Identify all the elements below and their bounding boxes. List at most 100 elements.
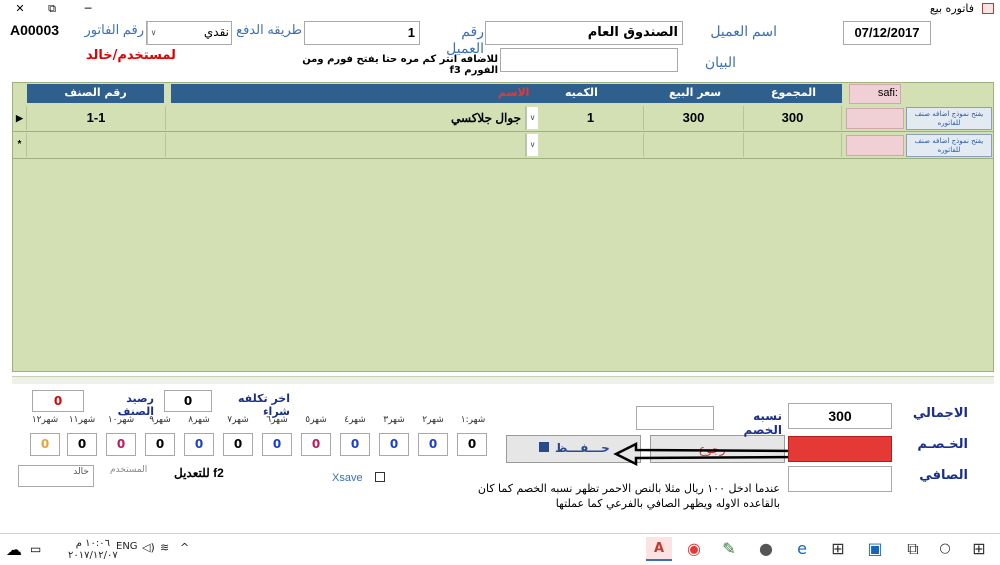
paint-icon[interactable]: ✎ <box>716 537 742 561</box>
xsave-checkbox[interactable] <box>375 472 385 482</box>
close-icon[interactable]: ✕ <box>2 0 38 18</box>
people-icon[interactable]: ● <box>753 537 779 561</box>
notification-icon[interactable]: ▭ <box>30 542 41 556</box>
month-8-field[interactable]: 0 <box>184 433 214 456</box>
item-no-cell[interactable]: 1-1 <box>27 106 166 130</box>
user-small-field[interactable]: خالد <box>18 465 94 487</box>
month-label: شهر١١ <box>68 415 96 425</box>
clock-date: ٢٠١٧/١٢/٠٧ <box>68 550 118 561</box>
last-purchase-cost-field[interactable]: 0 <box>164 390 212 412</box>
chevron-down-icon[interactable]: ∨ <box>526 107 538 129</box>
month-12-field[interactable]: 0 <box>30 433 60 456</box>
month-label: شهر٦ <box>266 415 288 425</box>
total-cell[interactable] <box>744 133 842 157</box>
floppy-icon <box>539 442 549 452</box>
clock-time: ١٠:٠٦ م <box>75 538 110 549</box>
item-name-cell[interactable] <box>166 133 526 157</box>
safi-label: safi: <box>877 87 898 99</box>
month-label: شهر٥ <box>305 415 327 425</box>
qty-cell[interactable] <box>538 133 644 157</box>
table-row[interactable]: ▶ 1-1 جوال جلاكسي ∨ 1 300 300 يفتح نموذج… <box>13 106 993 132</box>
col-price: سعر البيع <box>669 86 722 99</box>
user-label: لمستخدم/خالد <box>86 48 176 63</box>
customer-no-field[interactable]: 1 <box>304 21 420 45</box>
price-cell[interactable] <box>644 133 744 157</box>
month-10-field[interactable]: 0 <box>106 433 136 456</box>
total-cell[interactable]: 300 <box>744 106 842 130</box>
app-icon <box>982 3 994 14</box>
month-7-field[interactable]: 0 <box>223 433 253 456</box>
add-item-button[interactable]: يفتح نموذج اضافه صنف للفاتوره <box>906 134 992 157</box>
net-label: الصافي <box>919 468 968 483</box>
total-label: الاجمالي <box>912 406 968 421</box>
month-label: شهر٤ <box>344 415 366 425</box>
total-field[interactable]: 300 <box>788 403 892 429</box>
month-label: شهر١٢ <box>31 415 59 425</box>
net-field[interactable] <box>788 466 892 492</box>
search-icon[interactable]: ○ <box>932 537 958 561</box>
qty-cell[interactable]: 1 <box>538 106 644 130</box>
month-3-field[interactable]: 0 <box>379 433 409 456</box>
month-label: شهر٧ <box>227 415 249 425</box>
volume-icon[interactable]: ◁) <box>142 541 155 554</box>
chevron-down-icon[interactable]: ∨ <box>147 22 159 44</box>
clock[interactable]: ١٠:٠٦ م ٢٠١٧/١٢/٠٧ <box>68 538 118 562</box>
discount-label: الخـصـم <box>917 437 968 452</box>
description-field[interactable] <box>500 48 678 72</box>
window-title: فاتوره بيع <box>929 2 974 15</box>
date-field[interactable]: 07/12/2017 <box>843 21 931 45</box>
description-hint: للاضافه انتر كم مره حتا يفتح فورم ومن ال… <box>302 54 498 76</box>
discount-pct-label: نسبه الخصم <box>743 409 782 437</box>
month-6-field[interactable]: 0 <box>262 433 292 456</box>
invoice-no-label: رقم الفاتور <box>84 22 144 37</box>
col-qty: الكميه <box>565 86 598 99</box>
customer-name-label: اسم العميل <box>710 23 777 39</box>
safi-cell[interactable] <box>846 135 904 156</box>
payment-method-label: طريقه الدفع <box>236 22 302 37</box>
item-name-cell[interactable]: جوال جلاكسي <box>166 106 526 130</box>
month-1-field[interactable]: 0 <box>457 433 487 456</box>
chrome-icon[interactable]: ◉ <box>681 537 707 561</box>
price-cell[interactable]: 300 <box>644 106 744 130</box>
month-4-field[interactable]: 0 <box>340 433 370 456</box>
month-label: شهر١٠ <box>107 415 135 425</box>
wifi-icon[interactable]: ≋ <box>160 541 169 554</box>
weather-icon[interactable]: ☁ <box>6 540 22 559</box>
minimize-icon[interactable]: ─ <box>70 0 106 18</box>
windows-start-icon[interactable]: ⊞ <box>966 537 992 561</box>
help-note: عندما ادخل ١٠٠ ريال مثلا بالنص الاحمر تظ… <box>477 482 780 510</box>
row-marker: * <box>13 133 27 157</box>
chevron-down-icon[interactable]: ∨ <box>526 134 538 156</box>
discount-pct-field[interactable] <box>636 406 714 430</box>
remote-icon[interactable]: ▣ <box>862 537 888 561</box>
month-label: شهر٨ <box>188 415 210 425</box>
month-label: شهر٩ <box>149 415 171 425</box>
item-balance-field[interactable]: 0 <box>32 390 84 412</box>
language-indicator[interactable]: ENG <box>116 541 138 552</box>
edit-hint: للتعديل f2 <box>174 466 224 480</box>
user-small-value: خالد <box>73 467 89 477</box>
restore-icon[interactable]: ⧉ <box>34 0 70 18</box>
item-no-cell[interactable] <box>27 133 166 157</box>
month-11-field[interactable]: 0 <box>67 433 97 456</box>
month-5-field[interactable]: 0 <box>301 433 331 456</box>
payment-method-select[interactable]: ∨ نقدي <box>146 21 232 45</box>
table-row[interactable]: * ∨ يفتح نموذج اضافه صنف للفاتوره <box>13 133 993 159</box>
access-icon[interactable]: A <box>646 537 672 561</box>
discount-field[interactable] <box>788 436 892 462</box>
description-label: البيان <box>704 54 736 70</box>
row-marker: ▶ <box>13 106 27 130</box>
month-9-field[interactable]: 0 <box>145 433 175 456</box>
store-icon[interactable]: ⊞ <box>825 537 851 561</box>
edge-icon[interactable]: e <box>789 537 815 561</box>
customer-no-label: رقم العميل <box>446 23 484 56</box>
col-total: المجموع <box>771 86 816 99</box>
month-2-field[interactable]: 0 <box>418 433 448 456</box>
user-small-label: المستخدم <box>110 465 148 475</box>
chevron-up-icon[interactable]: ^ <box>180 541 189 554</box>
task-view-icon[interactable]: ⧉ <box>900 537 926 561</box>
add-item-button[interactable]: يفتح نموذج اضافه صنف للفاتوره <box>906 107 992 130</box>
grid-scroll-strip <box>12 376 994 384</box>
customer-name-field[interactable]: الصندوق العام <box>485 21 683 45</box>
safi-cell[interactable] <box>846 108 904 129</box>
